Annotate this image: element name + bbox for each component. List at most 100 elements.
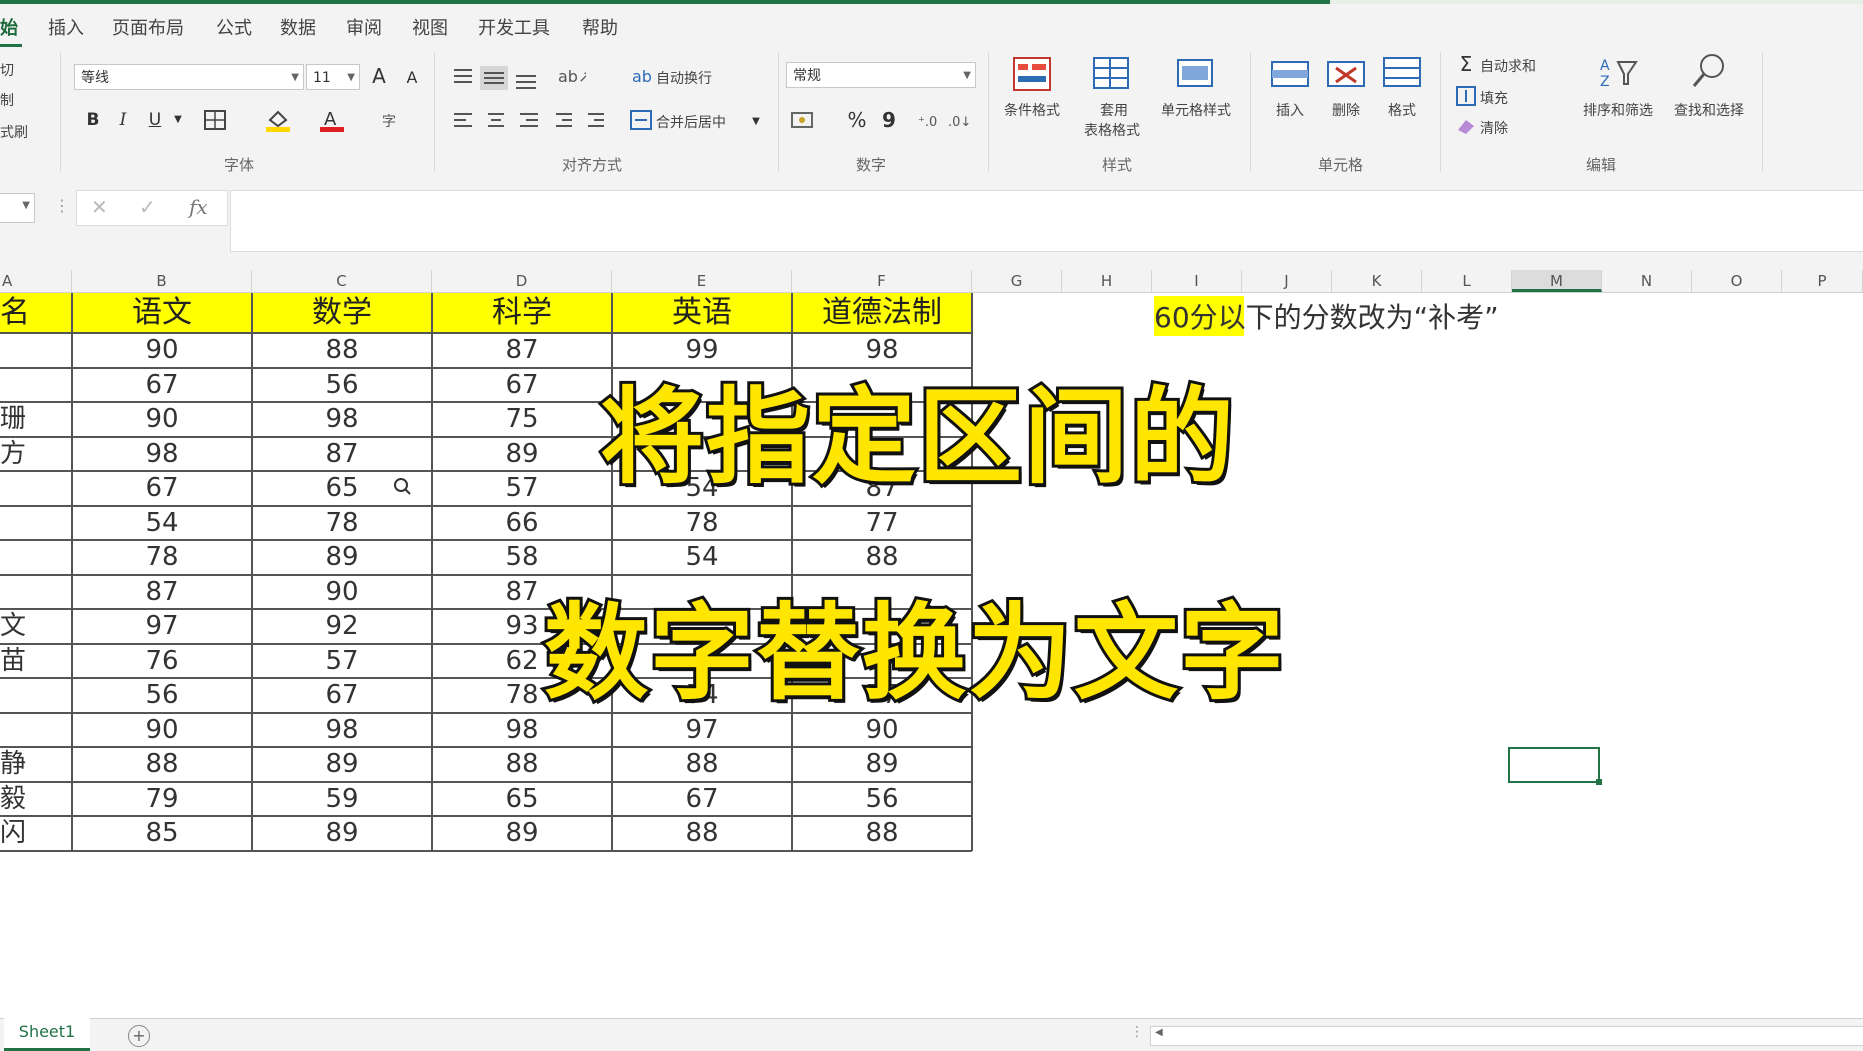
table-cell[interactable]: 56 [252, 368, 432, 403]
format-as-table-line1[interactable]: 套用 [1094, 100, 1134, 120]
table-cell[interactable]: 77 [792, 506, 972, 541]
delete-cells-button[interactable]: 删除 [1326, 100, 1366, 120]
sheet-tab[interactable]: Sheet1 [4, 1018, 90, 1051]
chevron-down-icon[interactable]: ▼ [170, 106, 186, 134]
table-cell[interactable]: 87 [432, 333, 612, 368]
column-header[interactable]: K [1332, 270, 1422, 292]
tab-review[interactable]: 审阅 [346, 14, 382, 40]
format-as-table-icon[interactable] [1092, 56, 1132, 92]
table-cell[interactable]: 87 [72, 575, 252, 610]
column-header[interactable]: C [252, 270, 432, 292]
table-cell[interactable]: 89 [252, 816, 432, 851]
insert-cells-button[interactable]: 插入 [1270, 100, 1310, 120]
table-cell[interactable]: 88 [612, 747, 792, 782]
tab-help[interactable]: 帮助 [582, 14, 618, 40]
table-header-cell[interactable]: 道德法制 [792, 293, 972, 333]
table-cell[interactable]: 珊 [0, 402, 72, 437]
font-color-icon[interactable]: A [320, 108, 344, 132]
column-header[interactable]: D [432, 270, 612, 292]
tab-insert[interactable]: 插入 [48, 14, 84, 40]
cell-styles-icon[interactable] [1176, 56, 1216, 92]
fill-button[interactable]: 填充 [1480, 88, 1508, 108]
column-header-selected[interactable]: M [1512, 270, 1602, 292]
table-cell[interactable]: 65 [432, 782, 612, 817]
table-cell[interactable]: 方 [0, 437, 72, 472]
sort-filter-icon[interactable]: AZ [1598, 54, 1638, 90]
table-cell[interactable] [0, 333, 72, 368]
table-cell[interactable]: 67 [612, 782, 792, 817]
underline-button[interactable]: U [144, 106, 166, 134]
table-cell[interactable]: 88 [792, 816, 972, 851]
table-cell[interactable]: 98 [72, 437, 252, 472]
column-header[interactable]: E [612, 270, 792, 292]
table-cell[interactable]: 89 [252, 540, 432, 575]
cell-styles-button[interactable]: 单元格样式 [1152, 100, 1240, 120]
copy-button[interactable]: 制 [0, 90, 14, 110]
table-header-cell[interactable]: 语文 [72, 293, 252, 333]
borders-icon[interactable] [204, 110, 226, 130]
conditional-format-icon[interactable] [1012, 56, 1052, 92]
phonetic-icon[interactable]: 字 [380, 110, 402, 130]
italic-button[interactable]: I [112, 106, 134, 134]
table-cell[interactable] [0, 471, 72, 506]
table-cell[interactable]: 89 [252, 747, 432, 782]
table-cell[interactable]: 90 [72, 402, 252, 437]
cancel-icon[interactable]: ✕ [91, 195, 108, 219]
table-cell[interactable]: 98 [252, 713, 432, 748]
cut-button[interactable]: 切 [0, 60, 14, 80]
font-size-combo[interactable]: 11 ▼ [306, 64, 360, 90]
column-header[interactable]: I [1152, 270, 1242, 292]
table-cell[interactable]: 88 [612, 816, 792, 851]
autosum-button[interactable]: 自动求和 [1480, 56, 1536, 76]
column-header[interactable]: O [1692, 270, 1782, 292]
formula-input[interactable] [230, 190, 1863, 252]
table-cell[interactable]: 67 [72, 368, 252, 403]
add-sheet-button[interactable]: + [128, 1025, 150, 1047]
table-cell[interactable] [0, 713, 72, 748]
format-as-table-line2[interactable]: 表格格式 [1070, 120, 1154, 140]
table-header-cell[interactable]: 英语 [612, 293, 792, 333]
table-cell[interactable] [0, 575, 72, 610]
table-cell[interactable]: 57 [432, 471, 612, 506]
table-cell[interactable]: 54 [72, 506, 252, 541]
table-cell[interactable]: 85 [72, 816, 252, 851]
column-header[interactable]: N [1602, 270, 1692, 292]
column-header[interactable]: B [72, 270, 252, 292]
table-cell[interactable] [0, 678, 72, 713]
tab-home[interactable]: 始 [0, 14, 18, 40]
table-cell[interactable]: 闪 [0, 816, 72, 851]
table-cell[interactable]: 66 [432, 506, 612, 541]
find-select-button[interactable]: 查找和选择 [1664, 100, 1754, 120]
format-painter-button[interactable]: 式刷 [0, 122, 28, 142]
column-header[interactable]: G [972, 270, 1062, 292]
column-header[interactable]: P [1782, 270, 1863, 292]
table-cell[interactable] [0, 540, 72, 575]
table-cell[interactable]: 67 [72, 471, 252, 506]
table-cell[interactable]: 56 [72, 678, 252, 713]
table-cell[interactable]: 88 [432, 747, 612, 782]
font-name-combo[interactable]: 等线 ▼ [74, 64, 304, 90]
merge-center-button[interactable]: 合并后居中 [656, 112, 726, 132]
orientation-icon[interactable]: ab↗ [556, 64, 586, 88]
format-cells-icon[interactable] [1382, 54, 1422, 90]
column-header[interactable]: H [1062, 270, 1152, 292]
table-cell[interactable]: 89 [792, 747, 972, 782]
table-cell[interactable]: 78 [612, 506, 792, 541]
chevron-down-icon[interactable]: ▼ [748, 108, 764, 136]
vertical-align-icons[interactable] [452, 66, 548, 90]
table-cell[interactable]: 90 [252, 575, 432, 610]
scroll-left-icon[interactable]: ◀ [1155, 1027, 1163, 1038]
table-cell[interactable]: 文 [0, 609, 72, 644]
name-box[interactable]: ▼ [0, 193, 35, 223]
table-cell[interactable]: 76 [72, 644, 252, 679]
table-cell[interactable] [0, 368, 72, 403]
fill-color-icon[interactable] [266, 108, 290, 132]
table-header-cell[interactable]: 数学 [252, 293, 432, 333]
table-cell[interactable]: 59 [252, 782, 432, 817]
table-cell[interactable] [0, 506, 72, 541]
table-cell[interactable]: 67 [252, 678, 432, 713]
column-header[interactable]: A [0, 270, 72, 292]
table-cell[interactable]: 88 [252, 333, 432, 368]
table-cell[interactable]: 92 [252, 609, 432, 644]
delete-cells-icon[interactable] [1326, 56, 1366, 92]
